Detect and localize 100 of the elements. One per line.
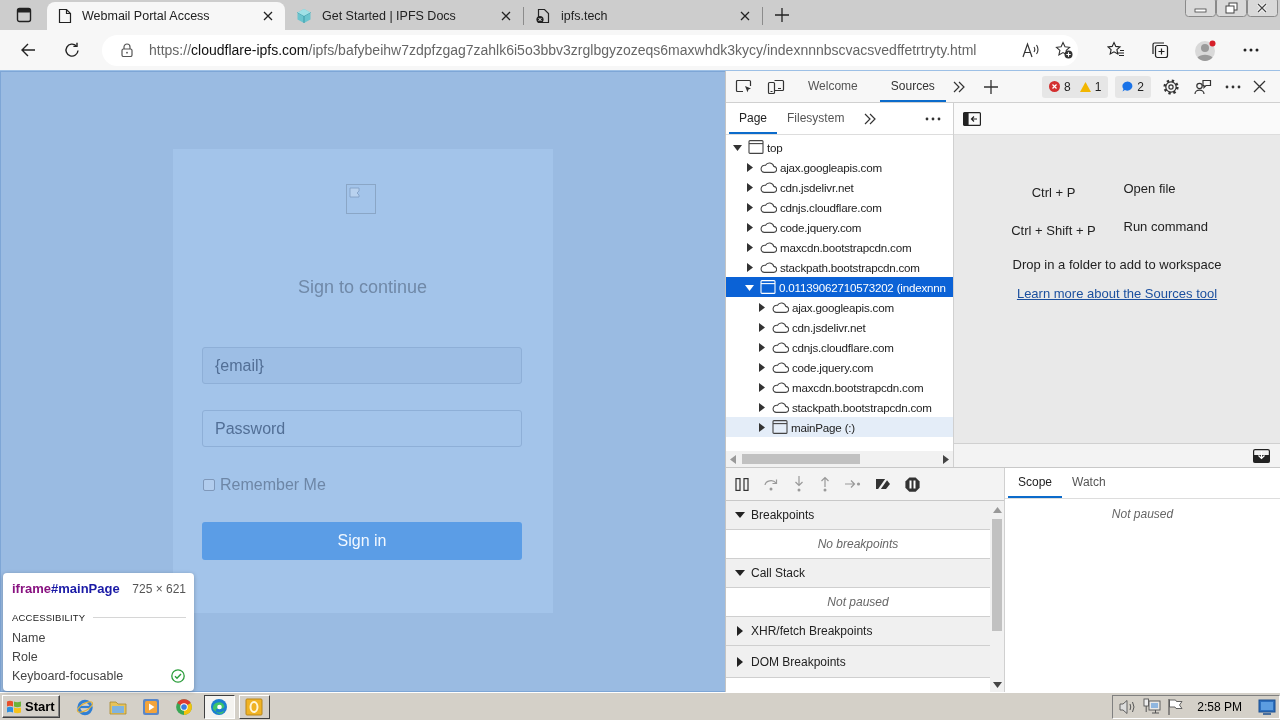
learn-more-link[interactable]: Learn more about the Sources tool [1016,286,1218,301]
step-into-icon[interactable] [793,476,805,492]
expand-arrow-icon[interactable] [745,182,754,192]
taskbar-button[interactable] [203,694,235,719]
reload-icon[interactable] [64,42,80,58]
more-icon[interactable] [1225,84,1241,89]
vertical-scrollbar[interactable] [990,501,1004,692]
scroll-down-icon[interactable] [992,682,1002,688]
read-aloud-icon[interactable] [1022,42,1040,58]
browser-tab[interactable]: ipfs.tech [524,2,762,30]
pause-on-exceptions-icon[interactable] [905,476,920,492]
expand-arrow-icon[interactable] [757,322,766,332]
messages-button[interactable]: 2 [1115,75,1151,98]
devtools-tab[interactable]: Sources [879,71,946,102]
show-desktop-icon[interactable] [1258,698,1276,715]
network-icon[interactable] [1143,697,1162,716]
browser-tab[interactable]: Webmail Portal Access [47,2,285,30]
expand-arrow-icon[interactable] [757,362,766,372]
scrollbar-thumb[interactable] [742,454,860,464]
email-field[interactable]: {email} [202,347,522,384]
double-chevron-icon[interactable] [952,80,965,93]
issues-button[interactable]: 8 1 [1041,75,1109,98]
more-icon[interactable] [1243,48,1259,52]
close-icon[interactable] [263,11,273,21]
tree-item[interactable]: maxcdn.bootstrapcdn.com [726,377,953,397]
collections-icon[interactable] [1151,41,1169,59]
expand-arrow-icon[interactable] [745,162,754,172]
tree-item[interactable]: top [726,137,953,157]
expand-arrow-icon[interactable] [735,626,745,636]
tree-item[interactable]: cdnjs.cloudflare.com [726,337,953,357]
restore-button[interactable] [1216,0,1247,17]
sidebar-tab[interactable]: Watch [1062,468,1116,498]
plus-icon[interactable] [983,79,998,94]
address-field[interactable]: https://cloudflare-ipfs.com/ipfs/bafybeihw7zdpfzgag7zahlk6i5o3bbv3zrglbgyzozeqs6maxwhdk3kycy/indexnnnbscvacsvedffetrtryty.html [102,34,1078,66]
close-icon[interactable] [1253,80,1266,93]
window-close-button[interactable] [1247,0,1278,17]
inspect-icon[interactable] [735,78,753,95]
expand-arrow-icon[interactable] [757,302,766,312]
devtools-tab[interactable]: Welcome [797,71,869,102]
section-header[interactable]: Call Stack [726,559,990,588]
person-bubble-icon[interactable] [1194,78,1212,95]
browser-tab[interactable]: Get Started | IPFS Docs [285,2,523,30]
checkbox[interactable] [203,479,215,491]
panel-toggle-icon[interactable] [963,111,981,126]
expand-arrow-icon[interactable] [745,202,754,212]
start-button[interactable]: Start [2,695,60,718]
close-icon[interactable] [501,11,511,21]
add-favorite-icon[interactable] [1055,41,1073,59]
tab-actions-icon[interactable] [15,7,32,23]
expand-arrow-icon[interactable] [757,402,766,412]
expand-arrow-icon[interactable] [745,262,754,272]
expand-arrow-icon[interactable] [733,142,742,152]
expand-arrow-icon[interactable] [745,222,754,232]
clock[interactable]: 2:58 PM [1197,699,1242,714]
expand-arrow-icon[interactable] [735,656,745,667]
section-header[interactable]: Breakpoints [726,501,990,530]
step-over-icon[interactable] [763,477,779,491]
tree-item[interactable]: mainPage (:) [726,417,953,437]
deactivate-breakpoints-icon[interactable] [875,477,891,491]
expand-arrow-icon[interactable] [757,342,766,352]
round-browser-icon[interactable] [174,697,193,716]
tree-item[interactable]: stackpath.bootstrapcdn.com [726,397,953,417]
play-icon[interactable] [141,697,160,716]
tree-item[interactable]: stackpath.bootstrapcdn.com [726,257,953,277]
tree-item[interactable]: ajax.googleapis.com [726,157,953,177]
section-header[interactable]: XHR/fetch Breakpoints [726,617,990,646]
double-chevron-icon[interactable] [864,112,877,125]
expand-arrow-icon[interactable] [745,242,754,252]
device-icon[interactable] [767,78,785,95]
expand-arrow-icon[interactable] [757,382,766,392]
tree-item[interactable]: code.jquery.com [726,357,953,377]
orbit-globe-icon[interactable] [75,697,94,716]
new-tab-icon[interactable] [775,8,789,22]
tree-item[interactable]: cdn.jsdelivr.net [726,177,953,197]
tree-item[interactable]: cdnjs.cloudflare.com [726,197,953,217]
tree-item[interactable]: 0.01139062710573202 (indexnnn [726,277,953,297]
speaker-icon[interactable] [1119,698,1138,715]
close-icon[interactable] [740,11,750,21]
tree-item[interactable]: code.jquery.com [726,217,953,237]
expand-arrow-icon[interactable] [757,422,766,432]
password-field[interactable]: Password [202,410,522,447]
tree-item[interactable]: ajax.googleapis.com [726,297,953,317]
drawer-toggle-icon[interactable] [1253,448,1270,463]
step-out-icon[interactable] [819,476,831,492]
more-icon[interactable] [925,116,941,121]
scrollbar-thumb[interactable] [992,519,1002,631]
navigator-tab[interactable]: Filesystem [777,103,855,134]
sidebar-tab[interactable]: Scope [1008,468,1063,498]
scroll-right-icon[interactable] [943,454,949,464]
expand-arrow-icon[interactable] [735,510,745,520]
pause-icon[interactable] [735,477,749,491]
navigator-tab[interactable]: Page [729,103,778,134]
section-header[interactable]: DOM Breakpoints [726,646,990,678]
horizontal-scrollbar[interactable] [726,451,953,467]
expand-arrow-icon[interactable] [735,568,745,578]
tree-item[interactable]: maxcdn.bootstrapcdn.com [726,237,953,257]
profile-avatar-icon[interactable] [1195,39,1217,61]
favorites-icon[interactable] [1107,41,1125,59]
tree-item[interactable]: cdn.jsdelivr.net [726,317,953,337]
back-icon[interactable] [20,42,36,58]
